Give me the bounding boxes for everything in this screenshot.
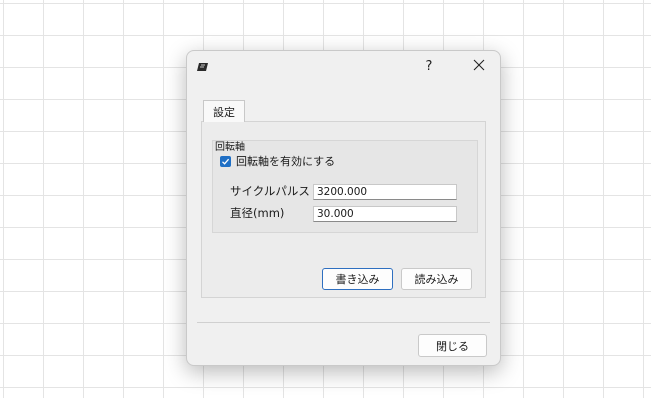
title-bar: ?	[187, 51, 500, 81]
close-icon	[473, 59, 485, 74]
checkbox-label: 回転軸を有効にする	[236, 155, 336, 168]
diameter-input[interactable]	[313, 206, 457, 222]
enable-rotary-axis-checkbox[interactable]: 回転軸を有効にする	[220, 153, 335, 169]
rotary-axis-group: 回転軸 回転軸を有効にする サイクルパルス 直径(mm)	[212, 140, 478, 233]
tab-settings[interactable]: 設定	[203, 100, 245, 122]
close-window-button[interactable]	[463, 53, 495, 79]
read-button[interactable]: 読み込み	[401, 268, 472, 290]
cycle-pulse-input[interactable]	[313, 184, 457, 200]
write-button[interactable]: 書き込み	[322, 268, 393, 290]
divider	[197, 322, 490, 323]
checkbox-checked-icon[interactable]	[220, 155, 231, 167]
close-button[interactable]: 閉じる	[418, 334, 487, 357]
diameter-label: 直径(mm)	[230, 206, 285, 220]
app-icon	[197, 61, 208, 71]
cycle-pulse-label: サイクルパルス	[230, 184, 310, 198]
settings-dialog: ? 設定 回転軸 回転軸を有効にする サイクルパルス 3200.000 直径(m…	[186, 50, 501, 366]
settings-panel: 回転軸 回転軸を有効にする サイクルパルス 直径(mm) 書き込み 読み込み	[201, 121, 486, 298]
help-button[interactable]: ?	[413, 53, 445, 79]
